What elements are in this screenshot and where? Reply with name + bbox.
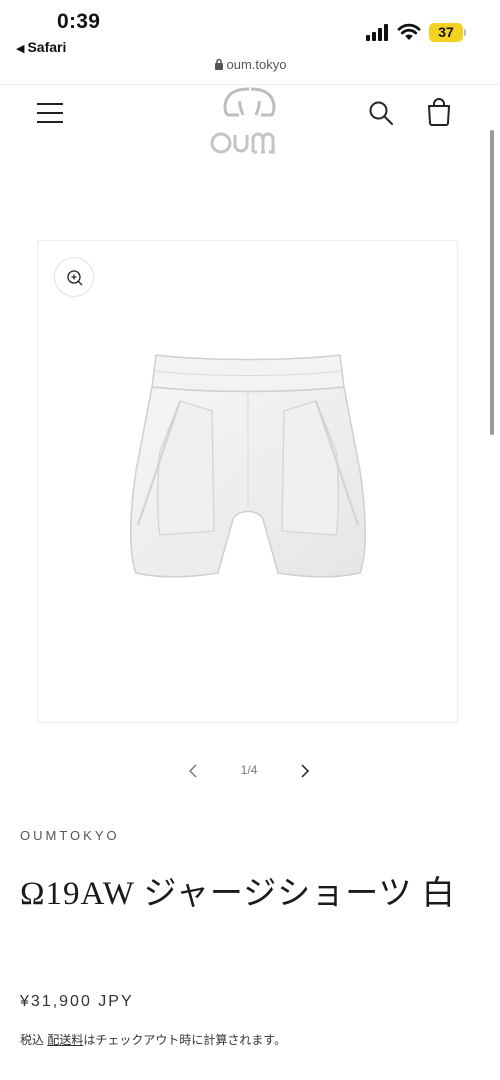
page-scrollbar[interactable]	[490, 130, 494, 435]
tax-note: 税込 配送料はチェックアウト時に計算されます。	[20, 1031, 286, 1048]
cart-icon[interactable]	[424, 97, 454, 127]
chevron-right-icon[interactable]	[297, 762, 313, 780]
slide-counter: 1/4	[240, 763, 258, 777]
lock-icon	[214, 58, 223, 70]
back-app-label: Safari	[27, 39, 67, 55]
back-triangle-icon: ◀	[16, 43, 25, 55]
product-vendor: OUMTOKYO	[20, 828, 120, 843]
product-price: ¥31,900 JPY	[20, 993, 134, 1010]
product-image-shorts[interactable]	[98, 341, 398, 641]
site-header	[0, 84, 500, 156]
shipping-link[interactable]: 配送料	[47, 1033, 83, 1047]
tax-prefix: 税込	[20, 1033, 45, 1047]
menu-icon[interactable]	[37, 99, 65, 127]
cellular-signal-icon	[366, 24, 390, 41]
omega-logo-icon	[210, 87, 276, 154]
product-media-frame	[37, 240, 458, 723]
address-bar[interactable]: oum.tokyo	[0, 57, 500, 79]
zoom-in-icon	[67, 270, 83, 286]
battery-tip	[464, 29, 466, 36]
chevron-left-icon[interactable]	[186, 762, 202, 780]
url-text: oum.tokyo	[226, 57, 287, 72]
search-icon[interactable]	[367, 99, 395, 127]
battery-indicator: 37	[429, 23, 463, 42]
status-time: 0:39	[57, 10, 101, 33]
site-logo[interactable]	[205, 85, 295, 157]
slider-nav: 1/4	[0, 760, 500, 782]
tax-suffix: はチェックアウト時に計算されます。	[83, 1033, 287, 1047]
zoom-button[interactable]	[54, 257, 94, 297]
back-to-app-button[interactable]: ◀ Safari	[16, 39, 66, 55]
wifi-icon	[397, 23, 421, 40]
product-title: Ω19AW ジャージショーツ 白	[20, 876, 456, 912]
